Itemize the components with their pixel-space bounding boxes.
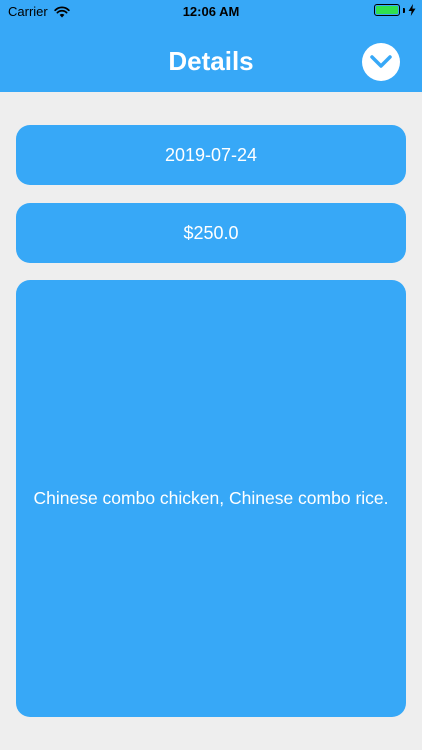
- battery-icon: [374, 4, 400, 16]
- battery-level: [376, 6, 398, 14]
- page-title: Details: [168, 46, 254, 76]
- amount-value: $250.0: [183, 222, 239, 243]
- nav-header: Carrier 12:06 AM Details: [0, 0, 422, 92]
- amount-field[interactable]: $250.0: [16, 203, 406, 263]
- charging-icon: [408, 4, 416, 16]
- chevron-down-icon: [370, 55, 392, 68]
- battery-group: [374, 4, 416, 16]
- status-time: 12:06 AM: [182, 4, 240, 19]
- date-field[interactable]: 2019-07-24: [16, 125, 406, 185]
- description-value: Chinese combo chicken, Chinese combo ric…: [33, 488, 389, 508]
- status-bar: Carrier 12:06 AM: [0, 0, 422, 22]
- description-field[interactable]: Chinese combo chicken, Chinese combo ric…: [16, 280, 406, 717]
- date-value: 2019-07-24: [164, 144, 258, 165]
- confirm-button[interactable]: [362, 43, 400, 81]
- battery-cap: [403, 7, 405, 13]
